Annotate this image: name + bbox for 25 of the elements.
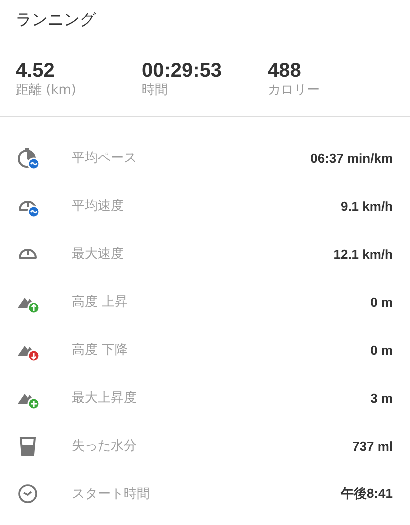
stat-value: 00:29:53 xyxy=(142,60,224,82)
metric-label: 平均ペース xyxy=(72,150,138,167)
metric-label: 最大上昇度 xyxy=(72,390,138,407)
metric-value: 12.1 km/h xyxy=(334,246,393,262)
stat-value: 488 xyxy=(268,60,302,82)
metric-value: 3 m xyxy=(370,390,393,406)
stat-label: 距離 (km) xyxy=(16,82,78,100)
metric-value: 0 m xyxy=(370,294,393,310)
metric-label: 高度 下降 xyxy=(72,342,130,359)
metric-label: 最大速度 xyxy=(72,246,125,263)
screen-title: ランニング xyxy=(15,9,98,31)
metric-value: 9.1 km/h xyxy=(340,198,393,214)
metric-label: スタート時間 xyxy=(72,486,151,503)
clock-icon xyxy=(17,482,40,506)
stat-value: 4.52 xyxy=(16,60,56,82)
metric-value: 午後8:41 xyxy=(340,485,393,503)
stopwatch-icon xyxy=(17,146,40,170)
metric-label: 高度 上昇 xyxy=(72,294,130,311)
metric-label: 失った水分 xyxy=(72,438,138,455)
metric-value: 737 ml xyxy=(352,438,393,454)
metric-label: 平均速度 xyxy=(72,198,125,215)
metric-value: 0 m xyxy=(370,342,393,358)
stat-label: カロリー xyxy=(268,82,321,100)
metric-value: 06:37 min/km xyxy=(310,150,393,166)
stat-label: 時間 xyxy=(142,82,169,100)
